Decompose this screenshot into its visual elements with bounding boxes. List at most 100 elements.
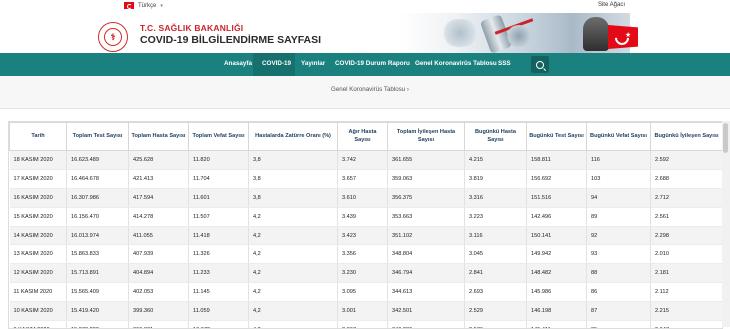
table-cell: 4.215 [465, 151, 527, 170]
table-cell: 15.863.833 [67, 245, 129, 264]
table-cell: 16.623.489 [67, 151, 129, 170]
ministry-name: T.C. SAĞLIK BAKANLIĞI [140, 23, 243, 33]
table-cell: 9 KASIM 2020 [10, 321, 67, 329]
column-header: Toplam Test Sayısı [67, 123, 129, 151]
nav-item-yayinlar[interactable]: Yayınlar [301, 60, 325, 67]
site-header: ⚕ T.C. SAĞLIK BAKANLIĞI COVID-19 BİLGİLE… [0, 13, 730, 53]
breadcrumb[interactable]: Genel Koronavirüs Tablosu › [331, 86, 409, 93]
table-cell: 404.894 [129, 264, 189, 283]
main-nav: Anasayfa COVID-19 Yayınlar COVID-19 Duru… [0, 53, 730, 76]
sitemap-link[interactable]: Site Ağacı [598, 2, 625, 8]
table-cell: 417.594 [129, 188, 189, 207]
table-cell: 353.663 [388, 207, 465, 226]
table-cell: 3.116 [465, 226, 527, 245]
table-cell: 10 KASIM 2020 [10, 302, 67, 321]
table-cell: 2.688 [651, 169, 723, 188]
table-cell: 411.055 [129, 226, 189, 245]
column-header: Bugünkü Test Sayısı [527, 123, 587, 151]
column-header: Bugünkü İyileşen Sayısı [651, 123, 723, 151]
table-cell: 2.867 [338, 321, 388, 329]
column-header: Ağır Hasta Sayısı [338, 123, 388, 151]
table-cell: 145.411 [527, 321, 587, 329]
nav-item-koronavirus-tablosu[interactable]: Genel Koronavirüs Tablosu [415, 60, 497, 67]
table-body: 18 KASIM 202016.623.489425.62811.8203,8 3… [10, 151, 723, 329]
scrollbar-thumb[interactable] [723, 123, 728, 153]
table-cell: 148.482 [527, 264, 587, 283]
column-header: Toplam İyileşen Hasta Sayısı [388, 123, 465, 151]
ministry-logo-icon[interactable]: ⚕ [98, 22, 128, 52]
table-cell: 2.592 [651, 151, 723, 170]
search-button[interactable] [531, 56, 549, 73]
table-header-row: TarihToplam Test SayısıToplam Hasta Sayı… [10, 123, 723, 151]
table-cell: 145.986 [527, 283, 587, 302]
column-header: Toplam Hasta Sayısı [129, 123, 189, 151]
table-cell: 11 KASIM 2020 [10, 283, 67, 302]
table-cell: 3.045 [465, 245, 527, 264]
table-cell: 18 KASIM 2020 [10, 151, 67, 170]
table-cell: 4,2 [249, 226, 338, 245]
table-cell: 15 KASIM 2020 [10, 207, 67, 226]
nav-item-covid19[interactable]: COVID-19 [262, 60, 291, 67]
table-cell: 2.576 [465, 321, 527, 329]
table-cell: 3.223 [465, 207, 527, 226]
table-cell: 2.841 [465, 264, 527, 283]
table-cell: 344.613 [388, 283, 465, 302]
covid-table-container: TarihToplam Test SayısıToplam Hasta Sayı… [8, 121, 723, 329]
table-cell: 414.278 [129, 207, 189, 226]
table-cell: 142.496 [527, 207, 587, 226]
table-cell: 348.804 [388, 245, 465, 264]
table-cell: 16.307.986 [67, 188, 129, 207]
table-cell: 10.972 [189, 321, 249, 329]
table-cell: 2.298 [651, 226, 723, 245]
table-row: 17 KASIM 202016.464.678421.41311.7043,83… [10, 169, 723, 188]
nav-item-durum-raporu[interactable]: COVID-19 Durum Raporu [335, 60, 410, 67]
search-icon [536, 61, 544, 69]
table-cell: 86 [587, 283, 651, 302]
table-cell: 351.102 [388, 226, 465, 245]
table-cell: 2.693 [465, 283, 527, 302]
table-cell: 17 KASIM 2020 [10, 169, 67, 188]
table-cell: 146.198 [527, 302, 587, 321]
column-header: Bugünkü Hasta Sayısı [465, 123, 527, 151]
turkish-flag-image [608, 25, 638, 49]
table-cell: 3,8 [249, 151, 338, 170]
table-cell: 13 KASIM 2020 [10, 245, 67, 264]
table-cell: 356.375 [388, 188, 465, 207]
table-cell: 15.273.222 [67, 321, 129, 329]
table-cell: 4,2 [249, 245, 338, 264]
site-title: COVID-19 BİLGİLENDİRME SAYFASI [140, 34, 321, 46]
table-cell: 425.628 [129, 151, 189, 170]
breadcrumb-bar: Genel Koronavirüs Tablosu › [0, 76, 730, 109]
column-header: Toplam Vefat Sayısı [189, 123, 249, 151]
virus-image [440, 19, 480, 47]
table-cell: 93 [587, 245, 651, 264]
table-cell: 2.215 [651, 302, 723, 321]
nav-item-sss[interactable]: SSS [498, 60, 511, 67]
table-cell: 402.053 [129, 283, 189, 302]
language-selector[interactable]: Türkçe ▾ [124, 2, 163, 9]
table-cell: 2.561 [651, 207, 723, 226]
table-cell: 11.704 [189, 169, 249, 188]
table-cell: 2.529 [465, 302, 527, 321]
table-row: 15 KASIM 202016.156.470414.27811.5074,23… [10, 207, 723, 226]
table-cell: 399.360 [129, 302, 189, 321]
table-cell: 3.423 [338, 226, 388, 245]
table-cell: 11.145 [189, 283, 249, 302]
table-cell: 2.010 [651, 245, 723, 264]
column-header: Hastalarda Zatürre Oranı (%) [249, 123, 338, 151]
table-row: 12 KASIM 202015.713.891404.89411.2334,23… [10, 264, 723, 283]
table-cell: 346.794 [388, 264, 465, 283]
logo-emblem: ⚕ [104, 28, 122, 46]
table-cell: 11.601 [189, 188, 249, 207]
table-cell: 4,2 [249, 264, 338, 283]
table-row: 10 KASIM 202015.419.420399.36011.0594,23… [10, 302, 723, 321]
table-cell: 3.095 [338, 283, 388, 302]
table-cell: 11.820 [189, 151, 249, 170]
table-cell: 16.156.470 [67, 207, 129, 226]
table-row: 14 KASIM 202016.013.974411.05511.4184,23… [10, 226, 723, 245]
table-cell: 421.413 [129, 169, 189, 188]
table-cell: 16.464.678 [67, 169, 129, 188]
table-cell: 4,2 [249, 302, 338, 321]
table-cell: 15.565.409 [67, 283, 129, 302]
nav-item-anasayfa[interactable]: Anasayfa [224, 60, 252, 67]
